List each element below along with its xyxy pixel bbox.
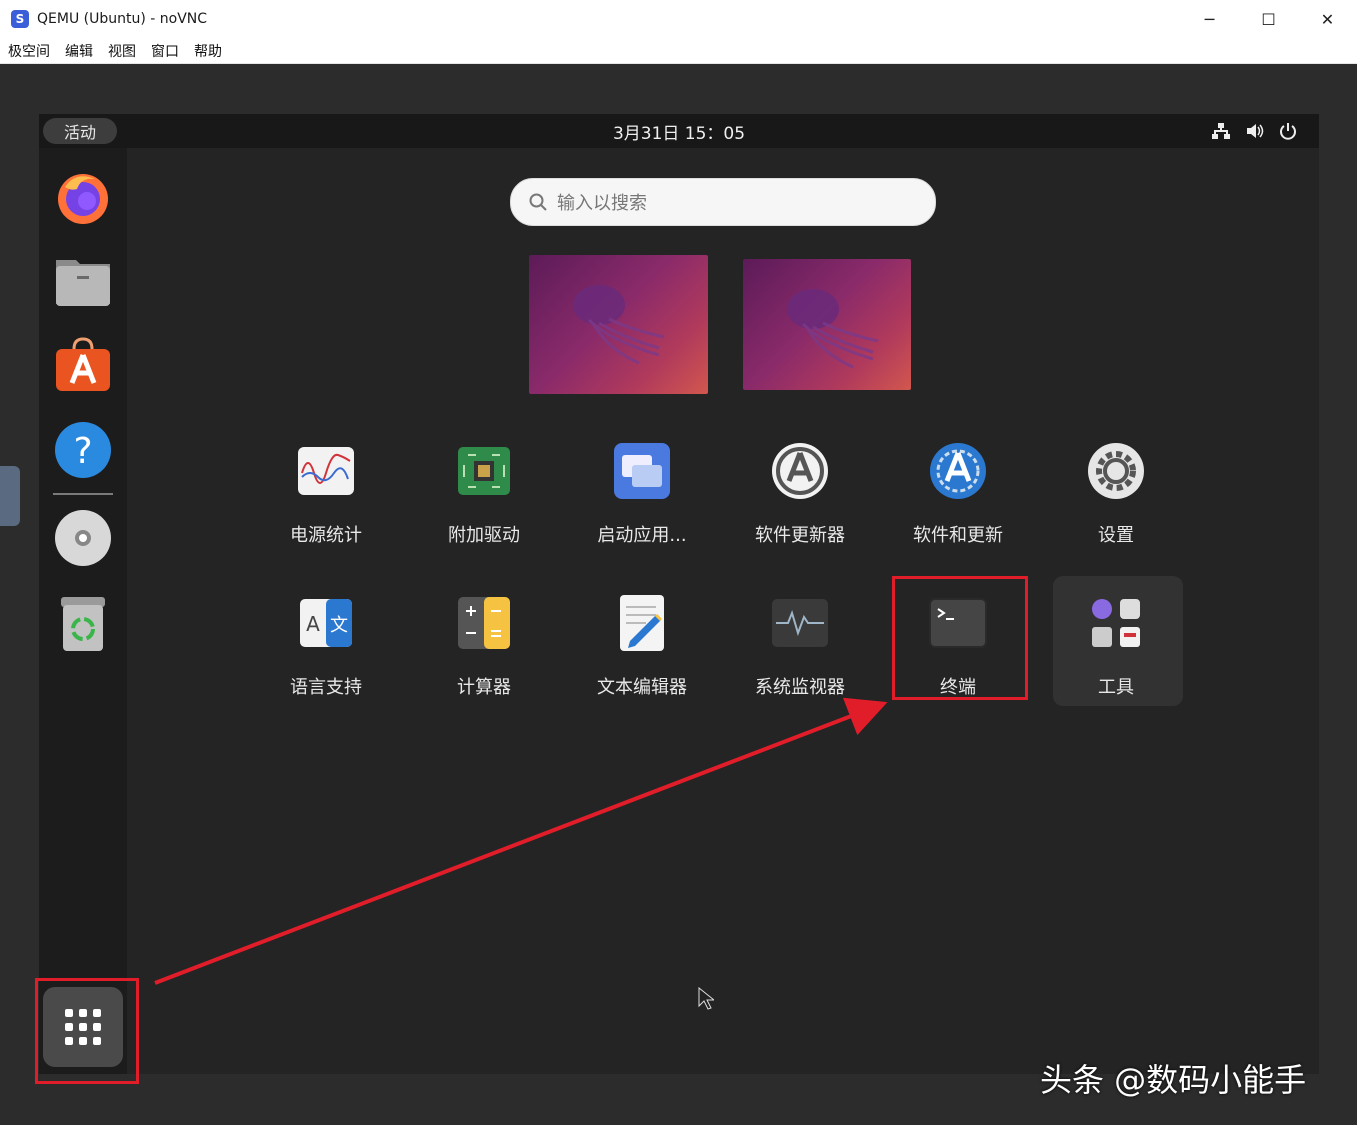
watermark: 头条 @数码小能手 [1040,1061,1307,1099]
annotation-arrow [154,697,888,985]
mouse-cursor-icon [698,987,714,1010]
